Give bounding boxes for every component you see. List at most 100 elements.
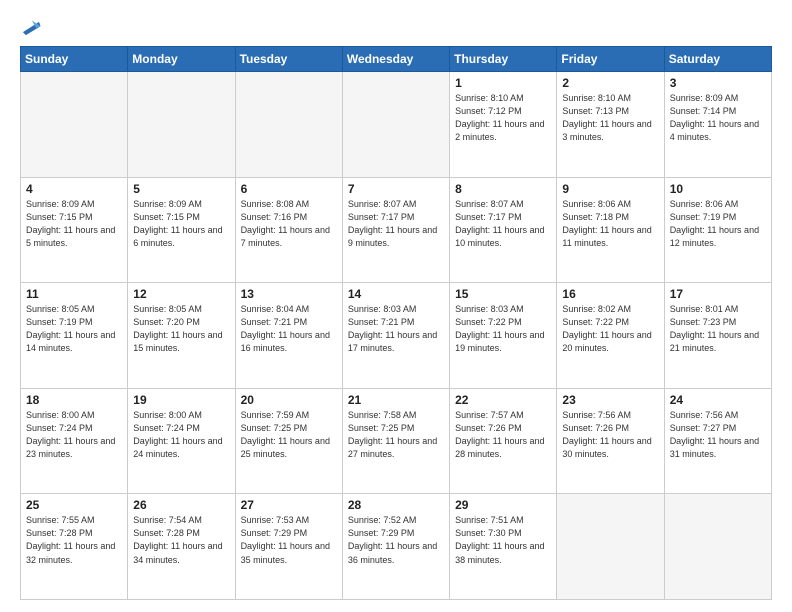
day-info: Sunrise: 7:51 AM Sunset: 7:30 PM Dayligh… xyxy=(455,514,551,566)
calendar-cell: 24Sunrise: 7:56 AM Sunset: 7:27 PM Dayli… xyxy=(664,388,771,494)
calendar-cell: 5 Sunrise: 8:09 AM Sunset: 7:15 PM Daylig… xyxy=(128,177,235,283)
day-number: 9 xyxy=(562,182,658,196)
logo-icon xyxy=(20,16,42,38)
day-number: 10 xyxy=(670,182,766,196)
col-header-tuesday: Tuesday xyxy=(235,47,342,72)
day-number: 16 xyxy=(562,287,658,301)
day-number: 28 xyxy=(348,498,444,512)
day-info: Sunrise: 8:03 AM Sunset: 7:22 PM Dayligh… xyxy=(455,303,551,355)
day-info: Sunrise: 7:53 AM Sunset: 7:29 PM Dayligh… xyxy=(241,514,337,566)
calendar-week-1: 1Sunrise: 8:10 AM Sunset: 7:12 PM Daylig… xyxy=(21,72,772,178)
day-info: Sunrise: 8:07 AM Sunset: 7:17 PM Dayligh… xyxy=(348,198,444,250)
day-number: 11 xyxy=(26,287,122,301)
calendar-week-2: 4 Sunrise: 8:09 AM Sunset: 7:15 PM Daylig… xyxy=(21,177,772,283)
day-number: 26 xyxy=(133,498,229,512)
calendar-cell: 28Sunrise: 7:52 AM Sunset: 7:29 PM Dayli… xyxy=(342,494,449,600)
day-info: Sunrise: 8:00 AM Sunset: 7:24 PM Dayligh… xyxy=(26,409,122,461)
calendar-cell: 9Sunrise: 8:06 AM Sunset: 7:18 PM Daylig… xyxy=(557,177,664,283)
day-number: 15 xyxy=(455,287,551,301)
day-number: 13 xyxy=(241,287,337,301)
day-number: 12 xyxy=(133,287,229,301)
calendar-cell xyxy=(664,494,771,600)
day-number: 25 xyxy=(26,498,122,512)
day-info: Sunrise: 7:56 AM Sunset: 7:27 PM Dayligh… xyxy=(670,409,766,461)
day-info: Sunrise: 8:03 AM Sunset: 7:21 PM Dayligh… xyxy=(348,303,444,355)
calendar-cell: 18 Sunrise: 8:00 AM Sunset: 7:24 PM Dayli… xyxy=(21,388,128,494)
calendar-cell: 10 Sunrise: 8:06 AM Sunset: 7:19 PM Dayli… xyxy=(664,177,771,283)
day-number: 18 xyxy=(26,393,122,407)
day-info: Sunrise: 8:10 AM Sunset: 7:12 PM Dayligh… xyxy=(455,92,551,144)
day-info: Sunrise: 8:05 AM Sunset: 7:20 PM Dayligh… xyxy=(133,303,229,355)
calendar-cell: 6Sunrise: 8:08 AM Sunset: 7:16 PM Daylig… xyxy=(235,177,342,283)
day-info: Sunrise: 8:06 AM Sunset: 7:19 PM Dayligh… xyxy=(670,198,766,250)
calendar-cell: 23 Sunrise: 7:56 AM Sunset: 7:26 PM Dayli… xyxy=(557,388,664,494)
calendar-cell: 4 Sunrise: 8:09 AM Sunset: 7:15 PM Daylig… xyxy=(21,177,128,283)
day-number: 29 xyxy=(455,498,551,512)
day-info: Sunrise: 7:54 AM Sunset: 7:28 PM Dayligh… xyxy=(133,514,229,566)
calendar-cell: 14 Sunrise: 8:03 AM Sunset: 7:21 PM Dayli… xyxy=(342,283,449,389)
calendar-cell: 27 Sunrise: 7:53 AM Sunset: 7:29 PM Dayli… xyxy=(235,494,342,600)
day-number: 21 xyxy=(348,393,444,407)
col-header-thursday: Thursday xyxy=(450,47,557,72)
day-number: 7 xyxy=(348,182,444,196)
day-number: 14 xyxy=(348,287,444,301)
calendar-cell: 8Sunrise: 8:07 AM Sunset: 7:17 PM Daylig… xyxy=(450,177,557,283)
day-number: 19 xyxy=(133,393,229,407)
day-info: Sunrise: 7:58 AM Sunset: 7:25 PM Dayligh… xyxy=(348,409,444,461)
col-header-saturday: Saturday xyxy=(664,47,771,72)
col-header-wednesday: Wednesday xyxy=(342,47,449,72)
calendar-cell: 2Sunrise: 8:10 AM Sunset: 7:13 PM Daylig… xyxy=(557,72,664,178)
day-info: Sunrise: 7:57 AM Sunset: 7:26 PM Dayligh… xyxy=(455,409,551,461)
col-header-sunday: Sunday xyxy=(21,47,128,72)
calendar-header-row: SundayMondayTuesdayWednesdayThursdayFrid… xyxy=(21,47,772,72)
calendar-week-3: 11 Sunrise: 8:05 AM Sunset: 7:19 PM Dayli… xyxy=(21,283,772,389)
day-info: Sunrise: 7:59 AM Sunset: 7:25 PM Dayligh… xyxy=(241,409,337,461)
calendar-cell xyxy=(557,494,664,600)
day-number: 4 xyxy=(26,182,122,196)
calendar-cell: 13 Sunrise: 8:04 AM Sunset: 7:21 PM Dayli… xyxy=(235,283,342,389)
calendar-cell: 1Sunrise: 8:10 AM Sunset: 7:12 PM Daylig… xyxy=(450,72,557,178)
calendar-cell xyxy=(235,72,342,178)
day-number: 22 xyxy=(455,393,551,407)
day-info: Sunrise: 8:05 AM Sunset: 7:19 PM Dayligh… xyxy=(26,303,122,355)
day-info: Sunrise: 8:07 AM Sunset: 7:17 PM Dayligh… xyxy=(455,198,551,250)
calendar-cell: 29 Sunrise: 7:51 AM Sunset: 7:30 PM Dayli… xyxy=(450,494,557,600)
day-info: Sunrise: 8:09 AM Sunset: 7:15 PM Dayligh… xyxy=(133,198,229,250)
logo xyxy=(20,16,46,38)
day-number: 23 xyxy=(562,393,658,407)
header xyxy=(20,16,772,38)
day-number: 17 xyxy=(670,287,766,301)
day-info: Sunrise: 8:09 AM Sunset: 7:15 PM Dayligh… xyxy=(26,198,122,250)
calendar-cell: 16 Sunrise: 8:02 AM Sunset: 7:22 PM Dayli… xyxy=(557,283,664,389)
calendar-cell xyxy=(21,72,128,178)
calendar-cell: 12 Sunrise: 8:05 AM Sunset: 7:20 PM Dayli… xyxy=(128,283,235,389)
calendar-cell: 20 Sunrise: 7:59 AM Sunset: 7:25 PM Dayli… xyxy=(235,388,342,494)
day-number: 27 xyxy=(241,498,337,512)
calendar-cell: 15 Sunrise: 8:03 AM Sunset: 7:22 PM Dayli… xyxy=(450,283,557,389)
calendar-cell: 7 Sunrise: 8:07 AM Sunset: 7:17 PM Daylig… xyxy=(342,177,449,283)
calendar-cell: 19 Sunrise: 8:00 AM Sunset: 7:24 PM Dayli… xyxy=(128,388,235,494)
day-info: Sunrise: 8:01 AM Sunset: 7:23 PM Dayligh… xyxy=(670,303,766,355)
calendar-cell: 21 Sunrise: 7:58 AM Sunset: 7:25 PM Dayli… xyxy=(342,388,449,494)
day-number: 3 xyxy=(670,76,766,90)
day-number: 5 xyxy=(133,182,229,196)
day-info: Sunrise: 8:09 AM Sunset: 7:14 PM Dayligh… xyxy=(670,92,766,144)
day-info: Sunrise: 7:55 AM Sunset: 7:28 PM Dayligh… xyxy=(26,514,122,566)
day-number: 20 xyxy=(241,393,337,407)
calendar-cell xyxy=(128,72,235,178)
day-number: 2 xyxy=(562,76,658,90)
col-header-monday: Monday xyxy=(128,47,235,72)
day-info: Sunrise: 8:00 AM Sunset: 7:24 PM Dayligh… xyxy=(133,409,229,461)
calendar-cell: 3 Sunrise: 8:09 AM Sunset: 7:14 PM Daylig… xyxy=(664,72,771,178)
calendar-cell: 22 Sunrise: 7:57 AM Sunset: 7:26 PM Dayli… xyxy=(450,388,557,494)
day-info: Sunrise: 8:02 AM Sunset: 7:22 PM Dayligh… xyxy=(562,303,658,355)
col-header-friday: Friday xyxy=(557,47,664,72)
day-info: Sunrise: 7:56 AM Sunset: 7:26 PM Dayligh… xyxy=(562,409,658,461)
calendar-week-5: 25 Sunrise: 7:55 AM Sunset: 7:28 PM Dayli… xyxy=(21,494,772,600)
calendar-cell: 25 Sunrise: 7:55 AM Sunset: 7:28 PM Dayli… xyxy=(21,494,128,600)
calendar-cell: 17 Sunrise: 8:01 AM Sunset: 7:23 PM Dayli… xyxy=(664,283,771,389)
day-info: Sunrise: 8:04 AM Sunset: 7:21 PM Dayligh… xyxy=(241,303,337,355)
day-number: 6 xyxy=(241,182,337,196)
calendar-cell: 26 Sunrise: 7:54 AM Sunset: 7:28 PM Dayli… xyxy=(128,494,235,600)
calendar-cell xyxy=(342,72,449,178)
